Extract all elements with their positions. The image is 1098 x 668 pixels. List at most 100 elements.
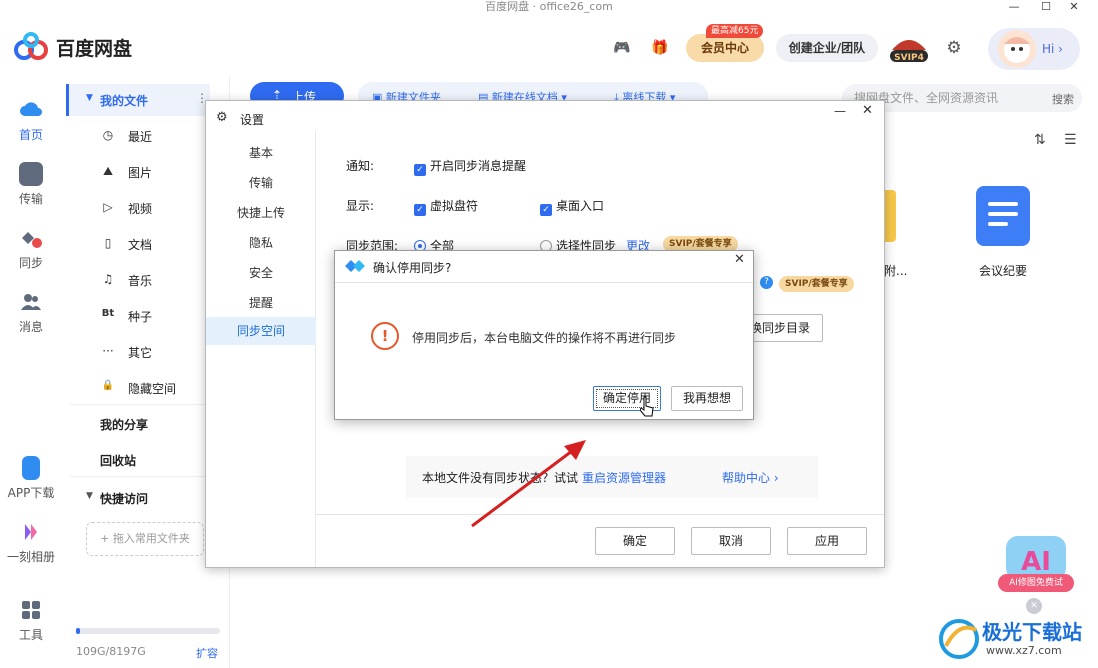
nav-sync[interactable]: 同步: [0, 226, 62, 271]
settings-tab-transfer[interactable]: 传输: [206, 174, 316, 191]
phone-icon: [22, 456, 40, 480]
cloud-icon: [19, 98, 43, 122]
search-button[interactable]: 搜索: [1052, 91, 1074, 107]
settings-tab-privacy[interactable]: 隐私: [206, 234, 316, 251]
mouse-pointer-icon: [639, 396, 654, 418]
desktop-entry-checkbox[interactable]: ✓ 桌面入口: [540, 197, 604, 216]
rethink-button[interactable]: 我再想想: [671, 386, 743, 411]
settings-tab-basic[interactable]: 基本: [206, 144, 316, 161]
confirm-message: 停用同步后，本台电脑文件的操作将不再进行同步: [412, 331, 677, 345]
sidebar-item-video[interactable]: 视频: [128, 200, 152, 217]
notify-checkbox[interactable]: ✓ 开启同步消息提醒: [414, 157, 526, 176]
svg-text:AI: AI: [1021, 547, 1051, 577]
storage-bar: [76, 628, 220, 634]
video-icon: ▷: [103, 200, 113, 214]
checkbox-icon: ✓: [540, 204, 552, 216]
quick-access-heading[interactable]: 快捷访问: [100, 490, 148, 507]
svip-badge[interactable]: SVIP4: [888, 30, 930, 66]
gear-icon[interactable]: ⚙: [944, 38, 964, 58]
sidebar-item-images[interactable]: 图片: [128, 164, 152, 181]
vip-center-button[interactable]: 会员中心: [686, 34, 764, 62]
quick-access-drop-zone[interactable]: + 拖入常用文件夹: [86, 522, 204, 556]
baidu-logo-icon: [14, 32, 48, 62]
triangle-down-icon: ▼: [86, 93, 93, 103]
ai-promo-label: AI修图免费试: [998, 574, 1074, 592]
minimize-dialog-button[interactable]: —: [834, 104, 846, 118]
nav-tools-label: 工具: [18, 628, 43, 642]
window-title: 百度网盘 · office26_com: [0, 0, 1098, 16]
sort-icon[interactable]: ⇅: [1034, 132, 1046, 148]
clock-icon: ◷: [102, 128, 114, 142]
sidebar-item-docs[interactable]: 文档: [128, 236, 152, 253]
virtual-drive-checkbox[interactable]: ✓ 虚拟盘符: [414, 197, 478, 216]
divider: [70, 476, 220, 477]
watermark-url: www.xz7.com: [986, 644, 1062, 657]
document-icon: ▯: [104, 236, 112, 250]
list-view-icon[interactable]: ☰: [1064, 132, 1077, 148]
nav-home[interactable]: 首页: [0, 98, 62, 143]
triangle-down-icon: ▼: [86, 491, 93, 501]
headphones-icon: ♫: [102, 272, 114, 286]
close-icon[interactable]: ✕: [862, 103, 873, 118]
sidebar-item-recent[interactable]: 最近: [128, 128, 152, 145]
cancel-button[interactable]: 取消: [691, 527, 771, 555]
change-sync-dir-button[interactable]: 换同步目录: [748, 314, 823, 342]
nav-album[interactable]: 一刻相册: [0, 520, 62, 565]
avatar[interactable]: [998, 30, 1036, 68]
nav-app-label: APP下载: [7, 486, 55, 500]
desktop-entry-label: 桌面入口: [556, 199, 605, 213]
album-icon: [19, 520, 43, 544]
settings-tab-quick-upload[interactable]: 快捷上传: [206, 204, 316, 221]
sidebar-item-music[interactable]: 音乐: [128, 272, 152, 289]
watermark-text: 极光下载站: [982, 620, 1082, 644]
lock-icon: 🔒: [101, 380, 115, 391]
file-label-meeting[interactable]: 会议纪要: [979, 262, 1027, 279]
vip-discount-badge: 最高减65元: [706, 24, 764, 38]
sidebar-item-recycle[interactable]: 回收站: [100, 452, 136, 469]
ok-button[interactable]: 确定: [595, 527, 675, 555]
create-enterprise-button[interactable]: 创建企业/团队: [776, 34, 878, 62]
sidebar-item-my-share[interactable]: 我的分享: [100, 416, 148, 433]
display-label: 显示:: [346, 199, 375, 213]
settings-tab-sync-space[interactable]: 同步空间: [206, 317, 316, 345]
message-icon: [19, 290, 43, 314]
settings-tab-security[interactable]: 安全: [206, 264, 316, 281]
apply-button[interactable]: 应用: [787, 527, 867, 555]
nav-sync-label: 同步: [18, 256, 43, 270]
doc-file-icon[interactable]: [976, 186, 1030, 246]
ellipsis-icon: ···: [102, 344, 114, 358]
help-center-link[interactable]: 帮助中心 ›: [722, 469, 779, 486]
nav-message[interactable]: 消息: [0, 290, 62, 335]
nav-tools[interactable]: 工具: [0, 598, 62, 643]
nav-transfer-label: 传输: [18, 192, 43, 206]
game-icon[interactable]: 🎮: [612, 40, 632, 56]
maximize-button[interactable]: ☐: [1034, 0, 1058, 14]
nav-message-label: 消息: [18, 320, 43, 334]
app-window: 百度网盘 · office26_com — ☐ ✕ 百度网盘 🎮 🎁 会员中心 …: [0, 0, 1098, 668]
virtual-drive-label: 虚拟盘符: [430, 199, 479, 213]
gift-icon[interactable]: 🎁: [650, 40, 670, 56]
close-icon[interactable]: ✕: [734, 252, 745, 267]
greeting-text[interactable]: Hi ›: [1042, 42, 1063, 56]
baidu-netdisk-icon: [343, 257, 367, 275]
minimize-button[interactable]: —: [1002, 0, 1026, 14]
gear-icon: ⚙: [216, 110, 228, 125]
sidebar-item-hidden-space[interactable]: 隐藏空间: [128, 380, 176, 397]
sidebar-my-files-label: 我的文件: [100, 94, 149, 108]
close-window-button[interactable]: ✕: [1062, 0, 1086, 14]
sidebar-item-other[interactable]: 其它: [128, 344, 152, 361]
checkbox-icon: ✓: [414, 164, 426, 176]
app-header: [0, 16, 1098, 76]
expand-storage-link[interactable]: 扩容: [196, 645, 218, 661]
nav-app-download[interactable]: APP下载: [0, 456, 62, 501]
brand-name: 百度网盘: [56, 38, 133, 60]
torrent-icon: Bt: [101, 308, 115, 319]
sidebar-item-torrent[interactable]: 种子: [128, 308, 152, 325]
nav-transfer[interactable]: 传输: [0, 162, 62, 207]
ai-promo-widget[interactable]: AI AI修图免费试: [996, 516, 1076, 606]
help-icon[interactable]: ?: [760, 276, 773, 289]
settings-tab-reminder[interactable]: 提醒: [206, 294, 316, 311]
red-arrow-annotation: [460, 430, 600, 540]
nav-home-label: 首页: [18, 128, 43, 142]
settings-title: 设置: [240, 113, 265, 127]
